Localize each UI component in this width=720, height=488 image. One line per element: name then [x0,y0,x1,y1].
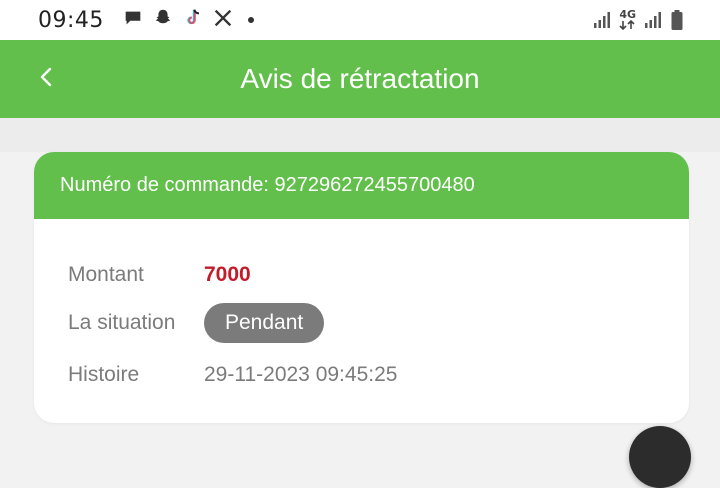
status-time: 09:45 [38,7,104,33]
history-label: Histoire [68,363,140,386]
system-icons: 4G [593,9,684,31]
x-icon [212,7,234,33]
status-badge: Pendant [204,303,325,343]
snapchat-icon [152,7,174,33]
history-row: Histoire 29-11-2023 09:45:25 [68,349,655,401]
notification-icons [122,7,254,33]
network-4g-icon: 4G [619,9,636,30]
order-card: Numéro de commande: 927296272455700480 M… [34,152,689,423]
signal-icon [644,11,662,29]
back-button[interactable] [26,59,66,99]
page-title: Avis de rétractation [240,63,480,94]
status-row: La situation Pendant [68,297,655,349]
status-bar: 09:45 4G [0,0,720,40]
amount-value: 7000 [204,263,251,286]
header-divider-strip [0,118,720,152]
order-number-text: Numéro de commande: 927296272455700480 [60,174,475,196]
order-details: Montant 7000 La situation Pendant Histoi… [34,219,689,401]
tiktok-icon [182,7,204,33]
chat-bubble-icon [122,7,144,33]
floating-action-button[interactable] [629,426,691,488]
amount-label: Montant [68,263,144,286]
app-header: Avis de rétractation [0,40,720,118]
order-number-header: Numéro de commande: 927296272455700480 [34,152,689,219]
chevron-left-icon [36,65,56,93]
status-label: La situation [68,311,176,334]
dot-icon [247,17,254,23]
amount-row: Montant 7000 [68,253,655,297]
history-date: 29-11-2023 09:45:25 [204,363,398,386]
battery-icon [670,9,684,31]
signal-icon [593,11,611,29]
